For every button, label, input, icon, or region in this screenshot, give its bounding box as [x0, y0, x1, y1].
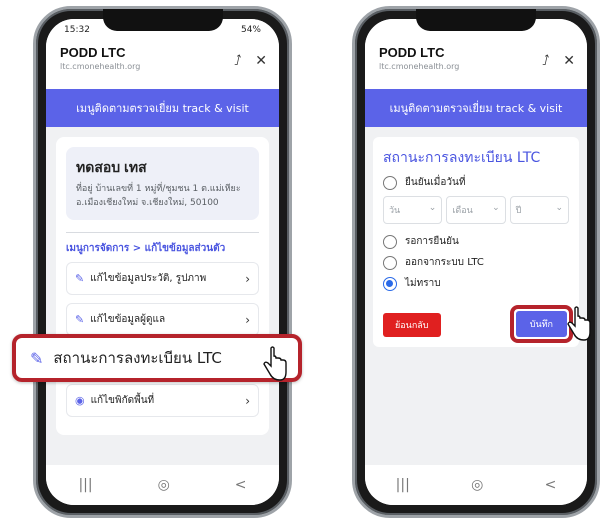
chevron-right-icon: ›	[245, 271, 250, 286]
recent-apps-icon[interactable]: |||	[78, 477, 92, 493]
select-month-value: เดือน	[452, 206, 473, 216]
profile-box: ทดสอบ เทส ที่อยู่ บ้านเลขที่ 1 หมู่ที่/ช…	[66, 147, 259, 220]
select-year[interactable]: ปี ⌄	[509, 196, 569, 224]
radio-label: รอการยืนยัน	[405, 236, 459, 247]
save-button-highlight: บันทึก	[509, 305, 573, 343]
menu-item-edit-caretaker[interactable]: ✎ แก้ไขข้อมูลผู้ดูแล ›	[66, 303, 259, 336]
menu-item-label: แก้ไขข้อมูลผู้ดูแล	[90, 314, 166, 325]
phone-notch	[102, 9, 223, 31]
radio-unknown[interactable]: ไม่ทราบ	[383, 276, 569, 291]
edit-icon: ✎	[30, 348, 44, 368]
hand-pointer-icon	[263, 346, 287, 381]
menu-item-ltc-registration-status[interactable]: ✎ สถานะการลงทะเบียน LTC	[12, 334, 302, 382]
home-icon[interactable]: ◎	[158, 477, 170, 493]
close-icon[interactable]: ✕	[255, 53, 267, 69]
phone-screen: PODD LTC ltc.cmonehealth.org ⭜ ✕ เมนูติด…	[365, 19, 587, 505]
profile-address-line-2: อ.เมืองเชียงใหม่ จ.เชียงใหม่, 50100	[76, 197, 219, 208]
back-icon[interactable]: <	[545, 477, 557, 493]
chevron-down-icon: ⌄	[428, 203, 437, 213]
chevron-down-icon: ⌄	[492, 203, 500, 213]
menu-item-label: แก้ไขพิกัดพื้นที่	[90, 395, 155, 406]
radio-button-selected[interactable]	[383, 276, 397, 291]
hand-pointer-icon	[567, 306, 591, 341]
divider	[66, 232, 259, 233]
menu-heading: เมนูการจัดการ > แก้ไขข้อมูลส่วนตัว	[66, 243, 226, 254]
share-icon[interactable]: ⭜	[234, 53, 241, 69]
form-title: สถานะการลงทะเบียน LTC	[383, 150, 541, 166]
menu-item-edit-profile[interactable]: ✎ แก้ไขข้อมูลประวัติ, รูปภาพ ›	[66, 262, 259, 295]
menu-item-label: แก้ไขข้อมูลประวัติ, รูปภาพ	[90, 273, 207, 284]
select-month[interactable]: เดือน ⌄	[446, 196, 506, 224]
app-header: PODD LTC ltc.cmonehealth.org ⭜ ✕	[46, 41, 279, 89]
back-icon[interactable]: <	[235, 477, 247, 493]
chevron-right-icon: ›	[245, 312, 250, 327]
radio-label: ไม่ทราบ	[405, 278, 441, 289]
radio-confirm-date[interactable]: ยืนยันเมื่อวันที่	[383, 175, 569, 190]
highlight-item-label: สถานะการลงทะเบียน LTC	[53, 349, 222, 367]
phone-screen: 15:32 54% PODD LTC ltc.cmonehealth.org ⭜…	[46, 19, 279, 505]
close-icon[interactable]: ✕	[563, 53, 575, 69]
phone-right: PODD LTC ltc.cmonehealth.org ⭜ ✕ เมนูติด…	[352, 6, 600, 518]
menu-banner: เมนูติดตามตรวจเยี่ยม track & visit	[365, 89, 587, 127]
android-nav-bar: ||| ◎ <	[365, 465, 587, 505]
location-pin-icon: ◉	[75, 394, 85, 407]
radio-button[interactable]	[383, 255, 397, 270]
select-day[interactable]: วัน ⌄	[383, 196, 443, 224]
radio-label: ยืนยันเมื่อวันที่	[405, 177, 466, 188]
tutorial-stage: 15:32 54% PODD LTC ltc.cmonehealth.org ⭜…	[0, 0, 601, 522]
status-battery: 54%	[240, 25, 261, 35]
home-icon[interactable]: ◎	[471, 477, 483, 493]
edit-icon: ✎	[75, 272, 85, 285]
chevron-down-icon: ⌄	[555, 203, 563, 213]
recent-apps-icon[interactable]: |||	[396, 477, 410, 493]
radio-button[interactable]	[383, 234, 397, 249]
status-time: 15:32	[64, 25, 90, 35]
date-selects: วัน ⌄ เดือน ⌄ ปี ⌄	[383, 196, 569, 224]
app-header: PODD LTC ltc.cmonehealth.org ⭜ ✕	[365, 41, 587, 89]
share-icon[interactable]: ⭜	[542, 53, 549, 69]
chevron-right-icon: ›	[245, 393, 250, 408]
radio-pending[interactable]: รอการยืนยัน	[383, 234, 569, 249]
phone-left: 15:32 54% PODD LTC ltc.cmonehealth.org ⭜…	[33, 6, 292, 518]
profile-address-line-1: ที่อยู่ บ้านเลขที่ 1 หมู่ที่/ชุมชน 1 ต.แ…	[76, 184, 241, 194]
radio-button[interactable]	[383, 175, 397, 190]
select-day-value: วัน	[389, 206, 401, 216]
profile-name: ทดสอบ เทส	[76, 159, 147, 175]
radio-exit-ltc[interactable]: ออกจากระบบ LTC	[383, 255, 569, 270]
phone-notch	[416, 9, 536, 31]
radio-label: ออกจากระบบ LTC	[405, 257, 484, 268]
ltc-status-form: สถานะการลงทะเบียน LTC ยืนยันเมื่อวันที่ …	[373, 137, 579, 347]
content-card: ทดสอบ เทส ที่อยู่ บ้านเลขที่ 1 หมู่ที่/ช…	[56, 137, 269, 435]
save-button[interactable]: บันทึก	[515, 311, 567, 337]
menu-banner: เมนูติดตามตรวจเยี่ยม track & visit	[46, 89, 279, 127]
edit-icon: ✎	[75, 313, 85, 326]
select-year-value: ปี	[515, 206, 522, 216]
android-nav-bar: ||| ◎ <	[46, 465, 279, 505]
back-button[interactable]: ย้อนกลับ	[383, 313, 441, 337]
menu-item-edit-location[interactable]: ◉ แก้ไขพิกัดพื้นที่ ›	[66, 384, 259, 417]
